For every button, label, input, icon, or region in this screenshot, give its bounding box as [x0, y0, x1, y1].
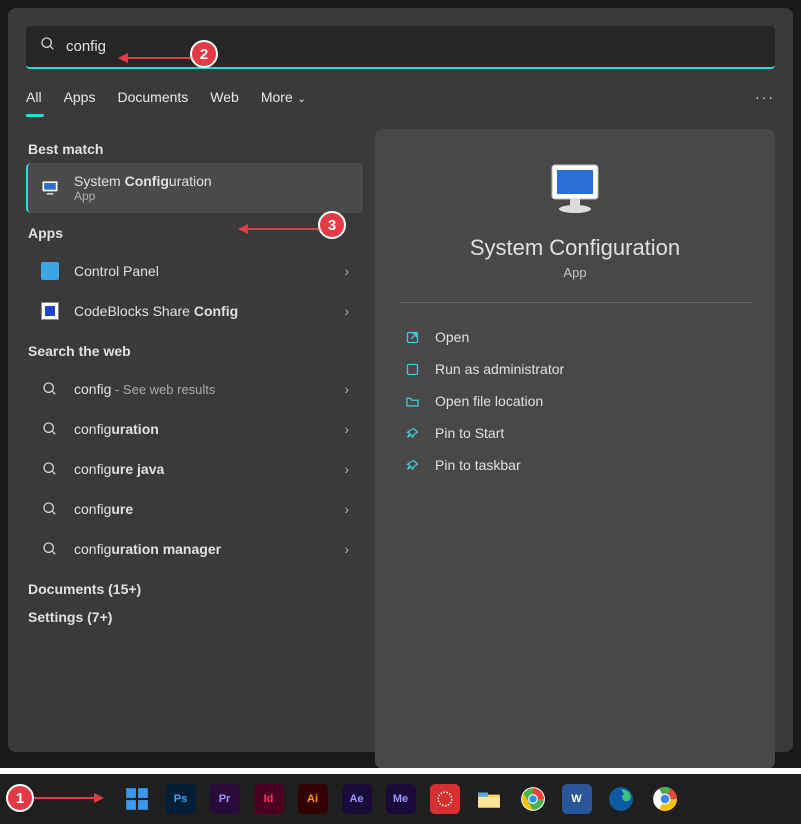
web-result[interactable]: config - See web results ›	[26, 369, 363, 409]
taskbar-photoshop[interactable]: Ps	[166, 784, 196, 814]
shield-icon	[403, 362, 421, 377]
taskbar: Ps Pr Id Ai Ae Me W	[0, 774, 801, 824]
pin-icon	[403, 458, 421, 473]
chevron-right-icon: ›	[344, 263, 349, 279]
results-area: Best match System Configuration App 3 Ap…	[26, 129, 775, 769]
tab-documents[interactable]: Documents	[117, 89, 188, 115]
taskbar-chrome-canary[interactable]	[650, 784, 680, 814]
arrow-2	[118, 52, 198, 64]
taskbar-chrome[interactable]	[518, 784, 548, 814]
action-run-admin[interactable]: Run as administrator	[399, 353, 751, 385]
callout-2: 2	[190, 40, 218, 68]
app-codeblocks-config[interactable]: CodeBlocks Share Config ›	[26, 291, 363, 331]
chevron-right-icon: ›	[344, 421, 349, 437]
detail-pane: System Configuration App Open Run as adm…	[375, 129, 775, 769]
chevron-right-icon: ›	[344, 381, 349, 397]
callout-3: 3	[318, 211, 346, 239]
arrow-1	[34, 792, 104, 804]
pin-icon	[403, 426, 421, 441]
tab-web[interactable]: Web	[210, 89, 239, 115]
web-heading: Search the web	[28, 343, 363, 359]
web-result[interactable]: configure java ›	[26, 449, 363, 489]
search-icon	[40, 499, 60, 519]
documents-heading[interactable]: Documents (15+)	[28, 581, 363, 597]
taskbar-edge[interactable]	[606, 784, 636, 814]
search-icon	[40, 459, 60, 479]
taskbar-app-red[interactable]	[430, 784, 460, 814]
arrow-3	[238, 223, 322, 235]
folder-icon	[403, 394, 421, 409]
web-result[interactable]: configure ›	[26, 489, 363, 529]
detail-title: System Configuration	[399, 235, 751, 261]
search-icon	[40, 539, 60, 559]
app-control-panel[interactable]: Control Panel ›	[26, 251, 363, 291]
taskbar-explorer[interactable]	[474, 784, 504, 814]
search-icon	[40, 419, 60, 439]
web-result[interactable]: configuration ›	[26, 409, 363, 449]
action-pin-taskbar[interactable]: Pin to taskbar	[399, 449, 751, 481]
taskbar-aftereffects[interactable]: Ae	[342, 784, 372, 814]
web-result[interactable]: configuration manager ›	[26, 529, 363, 569]
start-button[interactable]	[122, 784, 152, 814]
more-options-icon[interactable]: ···	[755, 89, 775, 105]
taskbar-premiere[interactable]: Pr	[210, 784, 240, 814]
taskbar-word[interactable]: W	[562, 784, 592, 814]
tab-all[interactable]: All	[26, 89, 42, 115]
chevron-right-icon: ›	[344, 501, 349, 517]
action-pin-start[interactable]: Pin to Start	[399, 417, 751, 449]
divider	[399, 302, 751, 303]
action-open-location[interactable]: Open file location	[399, 385, 751, 417]
results-list: Best match System Configuration App 3 Ap…	[26, 129, 363, 769]
taskbar-indesign[interactable]: Id	[254, 784, 284, 814]
settings-heading[interactable]: Settings (7+)	[28, 609, 363, 625]
search-icon	[40, 379, 60, 399]
chevron-right-icon: ›	[344, 303, 349, 319]
best-match-text: System Configuration App	[74, 173, 349, 203]
chevron-right-icon: ›	[344, 461, 349, 477]
action-open[interactable]: Open	[399, 321, 751, 353]
filter-tabs: All Apps Documents Web More ⌄ ···	[26, 89, 775, 115]
best-match-heading: Best match	[28, 141, 363, 157]
best-match-item[interactable]: System Configuration App	[26, 163, 363, 213]
control-panel-icon	[40, 261, 60, 281]
open-icon	[403, 330, 421, 345]
msconfig-icon	[40, 178, 60, 198]
taskbar-mediaencoder[interactable]: Me	[386, 784, 416, 814]
codeblocks-icon	[40, 301, 60, 321]
search-icon	[40, 36, 56, 57]
tab-more[interactable]: More ⌄	[261, 89, 306, 115]
tab-apps[interactable]: Apps	[64, 89, 96, 115]
detail-sub: App	[399, 265, 751, 280]
detail-app-icon	[399, 163, 751, 217]
taskbar-illustrator[interactable]: Ai	[298, 784, 328, 814]
chevron-right-icon: ›	[344, 541, 349, 557]
start-search-panel: 2 All Apps Documents Web More ⌄ ··· Best…	[8, 8, 793, 752]
chevron-down-icon: ⌄	[295, 94, 306, 105]
callout-1: 1	[6, 784, 34, 812]
